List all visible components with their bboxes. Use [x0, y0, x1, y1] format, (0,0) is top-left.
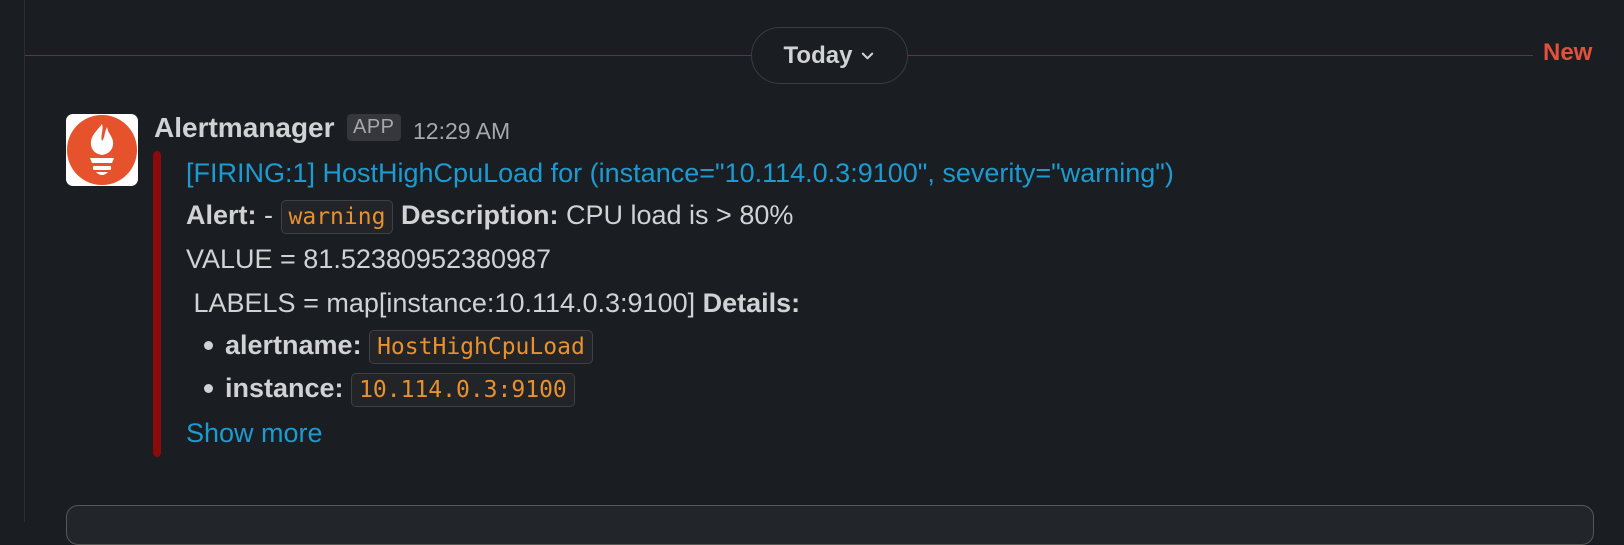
- attachment-color-bar: [153, 151, 161, 457]
- value-line: VALUE = 81.52380952380987: [186, 244, 552, 274]
- date-label: Today: [783, 41, 853, 69]
- show-more-line: Show more: [186, 418, 323, 449]
- bullet-icon: [204, 340, 213, 350]
- left-sidebar-edge: [0, 0, 25, 522]
- new-messages-divider-left: [25, 55, 752, 56]
- labels-text: LABELS = map[instance:10.114.0.3:9100]: [186, 288, 696, 318]
- bullet-icon: [204, 383, 213, 393]
- detail-value-code: HostHighCpuLoad: [369, 330, 593, 364]
- detail-value-code: 10.114.0.3:9100: [351, 373, 575, 407]
- sender-name[interactable]: Alertmanager: [154, 112, 335, 144]
- new-messages-label: New: [1543, 39, 1593, 66]
- show-more-link[interactable]: Show more: [186, 418, 323, 448]
- severity-code: warning: [280, 200, 394, 234]
- avatar[interactable]: [66, 114, 138, 186]
- detail-item-instance: instance: 10.114.0.3:9100: [186, 373, 575, 407]
- alert-title-link[interactable]: [FIRING:1] HostHighCpuLoad for (instance…: [186, 158, 1174, 188]
- detail-key: instance:: [225, 373, 344, 404]
- description-text: CPU load is > 80%: [558, 200, 794, 231]
- details-label: Details:: [702, 288, 801, 318]
- alert-line: Alert: - warning Description: CPU load i…: [186, 200, 793, 234]
- message-composer[interactable]: [66, 505, 1594, 545]
- labels-line: LABELS = map[instance:10.114.0.3:9100] D…: [186, 288, 801, 319]
- description-label: Description:: [400, 200, 559, 231]
- app-badge: APP: [347, 114, 401, 141]
- detail-item-alertname: alertname: HostHighCpuLoad: [186, 330, 593, 364]
- chevron-down-icon: [862, 52, 874, 60]
- message-timestamp[interactable]: 12:29 AM: [413, 118, 510, 145]
- alert-title-line: [FIRING:1] HostHighCpuLoad for (instance…: [186, 158, 1174, 189]
- alert-label: Alert:: [186, 200, 257, 231]
- new-messages-divider-right: [908, 55, 1533, 56]
- prometheus-logo-icon: [67, 115, 137, 185]
- alert-dash: -: [256, 200, 281, 231]
- detail-key: alertname:: [225, 330, 362, 361]
- date-jump-button[interactable]: Today: [751, 27, 908, 84]
